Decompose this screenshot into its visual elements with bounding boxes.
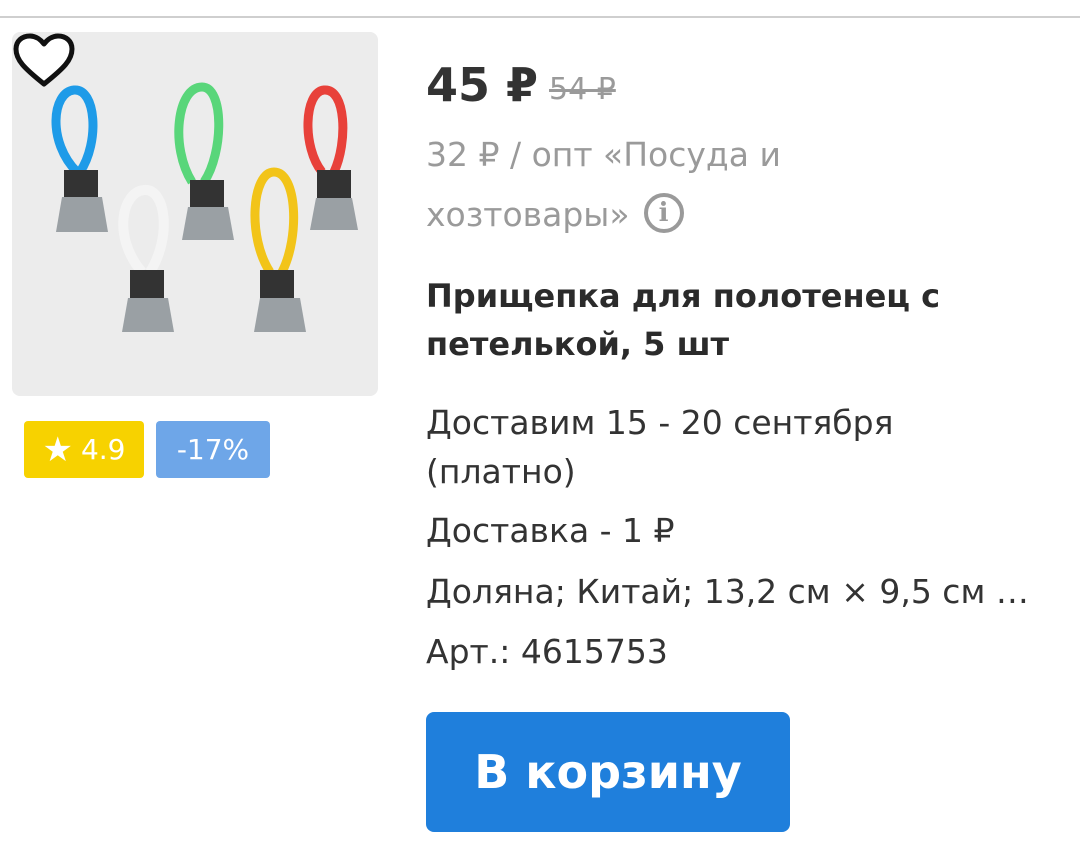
product-image[interactable] — [12, 32, 378, 396]
delivery-paid-note: (платно) — [426, 452, 576, 491]
article-number: Арт.: 4615753 — [426, 632, 668, 671]
rating-badge: ★ 4.9 — [24, 421, 144, 478]
wholesale-price-line2: хозтовары» i — [426, 192, 826, 237]
star-icon: ★ — [42, 429, 73, 470]
product-title[interactable]: Прищепка для полотенец с петелькой, 5 шт — [426, 272, 1026, 368]
add-to-cart-button[interactable]: В корзину — [426, 712, 790, 832]
wholesale-category: хозтовары» — [426, 195, 630, 234]
wholesale-price-line1: 32 ₽ / опт «Посуда и — [426, 135, 781, 174]
info-icon[interactable]: i — [643, 192, 684, 233]
delivery-date: Доставим 15 - 20 сентября — [426, 403, 894, 442]
delivery-cost: Доставка - 1 ₽ — [426, 511, 675, 550]
product-specs: Доляна; Китай; 13,2 см × 9,5 см ×... — [426, 572, 1036, 611]
discount-badge: -17% — [156, 421, 270, 478]
rating-value: 4.9 — [80, 432, 126, 466]
old-price: 54 ₽ — [549, 72, 616, 107]
top-divider — [0, 16, 1080, 18]
current-price: 45 ₽ — [426, 58, 539, 112]
heart-icon[interactable] — [12, 32, 76, 88]
